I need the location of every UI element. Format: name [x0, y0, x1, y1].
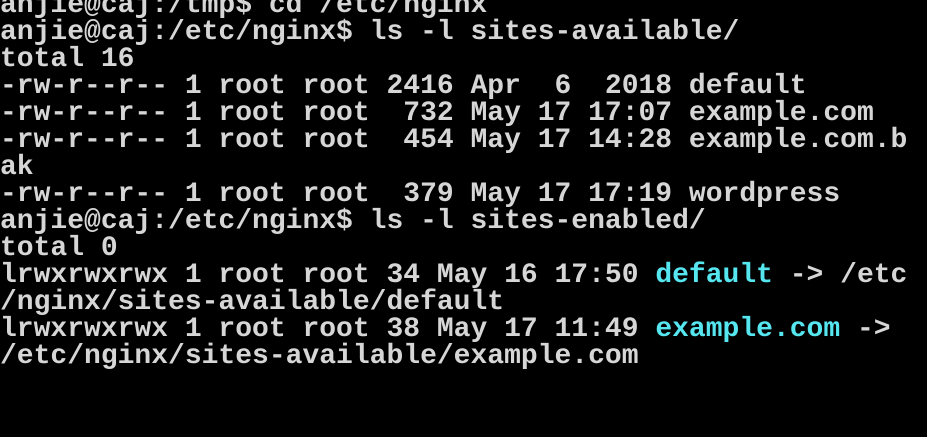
- terminal-line: /etc/nginx/sites-available/example.com: [0, 341, 639, 372]
- terminal-window[interactable]: anjie@caj:/tmp$ cd /etc/nginx anjie@caj:…: [0, 0, 927, 427]
